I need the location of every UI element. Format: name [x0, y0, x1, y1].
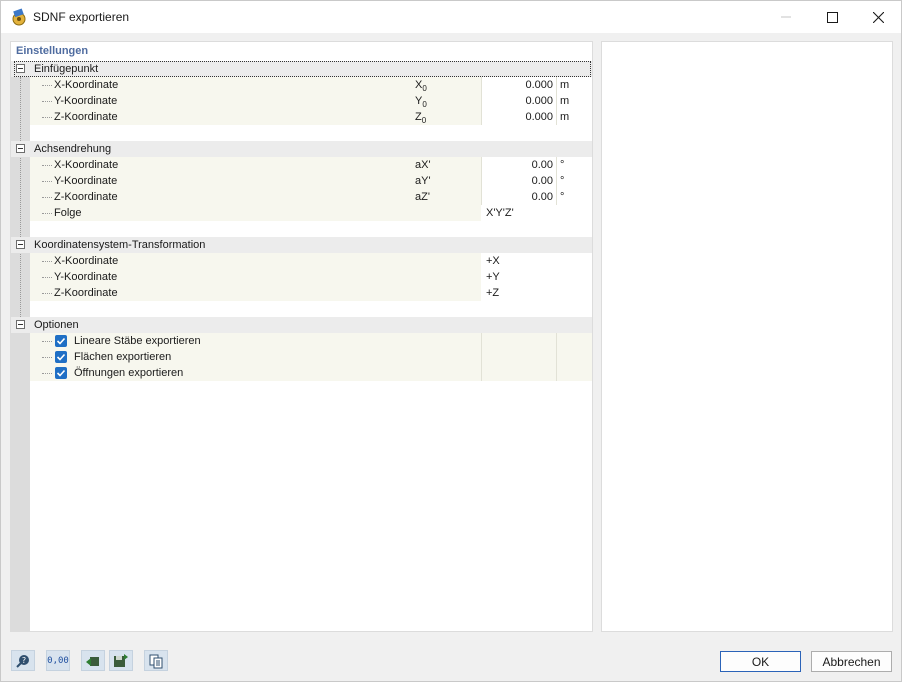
- cancel-button[interactable]: Abbrechen: [811, 651, 892, 672]
- help-icon: ?: [16, 654, 29, 668]
- row-label: Z-Koordinate: [54, 287, 118, 299]
- minimize-button[interactable]: [763, 1, 809, 33]
- ok-button[interactable]: OK: [720, 651, 801, 672]
- panel-title: Einstellungen: [16, 45, 89, 57]
- settings-panel: Einstellungen Einfügepunkt X-Koordinate …: [10, 41, 593, 632]
- copy-icon: [149, 654, 163, 668]
- dialog-window: SDNF exportieren Einstellungen Einfügepu…: [0, 0, 902, 682]
- row-symbol: Y0: [415, 95, 427, 110]
- rotation-sequence-value[interactable]: X'Y'Z': [486, 205, 514, 221]
- row-symbol: X0: [415, 79, 427, 94]
- transform-x-value[interactable]: +X: [486, 253, 500, 269]
- group-options[interactable]: Optionen: [11, 317, 592, 333]
- svg-text:?: ?: [22, 656, 26, 665]
- row-label: X-Koordinate: [54, 79, 119, 91]
- copy-settings-button[interactable]: [144, 650, 168, 671]
- linear-members-checkbox[interactable]: [55, 335, 67, 347]
- group-label: Einfügepunkt: [34, 63, 99, 75]
- row-unit: m: [560, 79, 570, 91]
- insert-z-value[interactable]: 0.000: [481, 109, 553, 125]
- collapse-icon[interactable]: [16, 320, 25, 329]
- window-title: SDNF exportieren: [33, 10, 130, 24]
- close-button[interactable]: [855, 1, 901, 33]
- row-symbol: aX': [415, 159, 431, 171]
- transform-z-row[interactable]: Z-Koordinate +Z: [11, 285, 592, 301]
- row-label: Folge: [54, 207, 82, 219]
- help-button[interactable]: ?: [11, 650, 35, 671]
- row-symbol: aY': [415, 175, 431, 187]
- group-label: Achsendrehung: [34, 143, 112, 155]
- save-settings-button[interactable]: [109, 650, 133, 671]
- rotation-z-value[interactable]: 0.00: [481, 189, 553, 205]
- minimize-icon: [781, 16, 791, 18]
- option-linear-members-row[interactable]: Lineare Stäbe exportieren: [11, 333, 592, 349]
- transform-y-row[interactable]: Y-Koordinate +Y: [11, 269, 592, 285]
- transform-z-value[interactable]: +Z: [486, 285, 499, 301]
- row-unit: °: [560, 175, 565, 187]
- row-symbol: Z0: [415, 111, 427, 126]
- group-label: Optionen: [34, 319, 79, 331]
- collapse-icon[interactable]: [16, 64, 25, 73]
- insert-y-row[interactable]: Y-Koordinate Y0 0.000 m: [11, 93, 592, 109]
- units-button[interactable]: 0,00: [46, 650, 70, 671]
- insert-y-value[interactable]: 0.000: [481, 93, 553, 109]
- group-label: Koordinatensystem-Transformation: [34, 239, 206, 251]
- row-unit: m: [560, 95, 570, 107]
- transform-y-value[interactable]: +Y: [486, 269, 500, 285]
- row-label: Y-Koordinate: [54, 175, 118, 187]
- option-openings-row[interactable]: Öffnungen exportieren: [11, 365, 592, 381]
- row-unit: m: [560, 111, 570, 123]
- row-label: Y-Koordinate: [54, 271, 118, 283]
- openings-checkbox[interactable]: [55, 367, 67, 379]
- row-unit: °: [560, 191, 565, 203]
- row-label: X-Koordinate: [54, 255, 119, 267]
- rotation-y-value[interactable]: 0.00: [481, 173, 553, 189]
- checkbox-label: Flächen exportieren: [74, 351, 172, 363]
- row-label: X-Koordinate: [54, 159, 119, 171]
- group-axis-rotation[interactable]: Achsendrehung: [11, 141, 592, 157]
- maximize-button[interactable]: [809, 1, 855, 33]
- import-icon: [86, 656, 99, 666]
- units-value-icon: 0,00: [47, 655, 69, 666]
- rotation-z-row[interactable]: Z-Koordinate aZ' 0.00 °: [11, 189, 592, 205]
- focus-rectangle: [14, 61, 591, 77]
- option-surfaces-row[interactable]: Flächen exportieren: [11, 349, 592, 365]
- check-icon: [56, 369, 66, 377]
- rotation-sequence-row[interactable]: Folge X'Y'Z': [11, 205, 592, 221]
- checkbox-label: Öffnungen exportieren: [74, 367, 184, 379]
- sdnf-app-icon: [12, 8, 26, 26]
- group-coordinate-transformation[interactable]: Koordinatensystem-Transformation: [11, 237, 592, 253]
- preview-panel: [601, 41, 893, 632]
- check-icon: [56, 353, 66, 361]
- maximize-icon: [826, 11, 838, 23]
- insert-z-row[interactable]: Z-Koordinate Z0 0.000 m: [11, 109, 592, 125]
- rotation-y-row[interactable]: Y-Koordinate aY' 0.00 °: [11, 173, 592, 189]
- collapse-icon[interactable]: [16, 240, 25, 249]
- row-label: Y-Koordinate: [54, 95, 118, 107]
- row-symbol: aZ': [415, 191, 430, 203]
- save-icon: [114, 653, 128, 667]
- rotation-x-value[interactable]: 0.00: [481, 157, 553, 173]
- import-button[interactable]: [81, 650, 105, 671]
- collapse-icon[interactable]: [16, 144, 25, 153]
- rotation-x-row[interactable]: X-Koordinate aX' 0.00 °: [11, 157, 592, 173]
- transform-x-row[interactable]: X-Koordinate +X: [11, 253, 592, 269]
- surfaces-checkbox[interactable]: [55, 351, 67, 363]
- group-insert-point[interactable]: Einfügepunkt: [11, 61, 592, 77]
- checkbox-label: Lineare Stäbe exportieren: [74, 335, 201, 347]
- row-label: Z-Koordinate: [54, 111, 118, 123]
- close-icon: [872, 11, 884, 23]
- title-bar[interactable]: SDNF exportieren: [1, 1, 901, 33]
- insert-x-row[interactable]: X-Koordinate X0 0.000 m: [11, 77, 592, 93]
- row-label: Z-Koordinate: [54, 191, 118, 203]
- check-icon: [56, 337, 66, 345]
- insert-x-value[interactable]: 0.000: [481, 77, 553, 93]
- row-unit: °: [560, 159, 565, 171]
